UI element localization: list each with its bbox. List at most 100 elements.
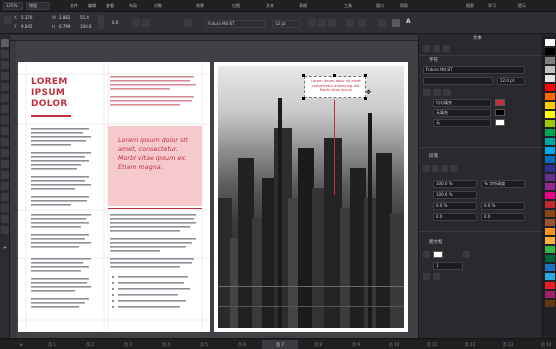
menu-view[interactable]: 查看 [102,1,118,11]
palette-color-swatch[interactable] [545,93,555,100]
freehand-tool-icon[interactable] [1,83,9,91]
scale-y-field[interactable]: 100.0 [80,24,91,30]
bold-icon[interactable] [308,19,316,27]
frame-fill-swatch[interactable] [433,251,443,258]
artistic-media-icon[interactable] [1,94,9,102]
fill-type-field[interactable]: 均匀填充 [433,99,491,107]
selection-handle[interactable] [302,97,305,100]
x-position-field[interactable]: 5.370 [21,15,32,21]
selection-handle[interactable] [364,74,367,77]
polygon-tool-icon[interactable] [1,127,9,135]
palette-color-swatch[interactable] [545,201,555,208]
add-tool-icon[interactable]: + [1,245,9,251]
menu-window[interactable]: 窗口 [372,1,388,11]
character-tab-icon[interactable] [423,45,430,52]
page-tab[interactable]: 页 4 [148,340,184,349]
line-spacing-field[interactable]: 100.0 % [433,180,477,188]
underline-toggle[interactable] [443,89,451,96]
page-tab[interactable]: 页 1 [34,340,70,349]
palette-color-swatch[interactable] [545,75,555,82]
crop-tool-icon[interactable] [1,61,9,69]
palette-color-swatch[interactable] [545,255,555,262]
palette-color-swatch[interactable] [545,165,555,172]
smart-fill-icon[interactable] [1,215,9,223]
space-after-field[interactable]: 0.0 [481,213,525,221]
mirror-horizontal-icon[interactable] [132,19,140,27]
page-tab[interactable]: 页 14 [528,340,556,349]
page-tab[interactable]: 页 11 [414,340,450,349]
frame-section-header[interactable]: 图文框 [429,239,443,247]
add-page-icon[interactable]: ⊕ [12,340,30,349]
frame-direction-icon[interactable] [433,273,440,280]
mirror-vertical-icon[interactable] [142,19,150,27]
menu-hints[interactable]: 提示 [514,1,530,11]
pullquote-box[interactable]: Lorem ipsum dolor sit amet, consectetur.… [108,126,202,206]
bold-toggle[interactable] [423,89,431,96]
line-spacing-unit-field[interactable]: % 字符高度 [481,180,525,188]
underline-icon[interactable] [328,19,336,27]
palette-color-swatch[interactable] [545,84,555,91]
palette-color-swatch[interactable] [545,282,555,289]
palette-color-swatch[interactable] [545,192,555,199]
font-size-combo[interactable]: 12 pt [272,20,300,28]
palette-color-swatch[interactable] [545,57,555,64]
eyedropper-tool-icon[interactable] [1,193,9,201]
scale-x-field[interactable]: 55.4 [80,15,89,21]
background-type-field[interactable]: 无填充 [433,109,491,117]
palette-color-swatch[interactable] [545,237,555,244]
palette-color-swatch[interactable] [545,120,555,127]
menu-table[interactable]: 表格 [295,1,311,11]
frame-align-icon[interactable] [423,273,430,280]
palette-color-swatch[interactable] [545,102,555,109]
page-tab[interactable]: 页 2 [72,340,108,349]
new-document-icon[interactable] [4,16,12,24]
palette-color-swatch[interactable] [545,39,555,46]
palette-color-swatch[interactable] [545,129,555,136]
indent-before-field[interactable]: 0.0 % [433,202,477,210]
selected-text-frame[interactable]: Lorem ipsum dolor sit amet consectetur a… [304,76,366,98]
palette-color-swatch[interactable] [545,291,555,298]
menu-object[interactable]: 对象 [150,1,166,11]
left-page[interactable]: LOREM IPSUM DOLOR Lorem ipsum dolor sit … [18,62,210,332]
rotation-angle-field[interactable]: 0.0 [112,20,118,26]
text-tool-icon[interactable] [1,138,9,146]
lock-ratio-icon[interactable] [98,15,104,29]
frame-tab-icon[interactable] [443,45,450,52]
interactive-fill-icon[interactable] [1,204,9,212]
palette-color-swatch[interactable] [545,273,555,280]
selection-handle[interactable] [364,97,367,100]
font-family-combo[interactable]: Futura Md BT [205,20,265,28]
paragraph-section-header[interactable]: 段落 [429,153,438,161]
align-center-icon[interactable] [432,165,439,172]
page-tab[interactable]: 页 10 [376,340,412,349]
align-right-icon[interactable] [441,165,448,172]
page-tab[interactable]: 页 6 [224,340,260,349]
page-tab[interactable]: 页 8 [300,340,336,349]
menu-file[interactable]: 文件 [66,1,82,11]
menu-effects[interactable]: 效果 [192,1,208,11]
view-mode-combo[interactable]: 增强 [26,2,50,10]
palette-color-swatch[interactable] [545,66,555,73]
menu-help[interactable]: 帮助 [396,1,412,11]
indent-after-field[interactable]: 0.0 % [481,202,525,210]
frame-text-icon[interactable] [463,251,470,258]
rectangle-tool-icon[interactable] [1,105,9,113]
shape-tool-icon[interactable] [1,50,9,58]
char-spacing-field[interactable]: 100.0 % [433,191,477,199]
palette-color-swatch[interactable] [545,219,555,226]
justify-icon[interactable] [450,165,457,172]
page-tab[interactable]: 页 9 [338,340,374,349]
paragraph-tab-icon[interactable] [433,45,440,52]
italic-icon[interactable] [318,19,326,27]
menu-bitmaps[interactable]: 位图 [228,1,244,11]
shadow-tool-icon[interactable] [1,171,9,179]
glyph-icon[interactable]: A [406,19,411,25]
palette-color-swatch[interactable] [545,156,555,163]
page-tab[interactable]: 页 5 [186,340,222,349]
space-before-field[interactable]: 0.0 [433,213,477,221]
italic-toggle[interactable] [433,89,441,96]
palette-color-swatch[interactable] [545,228,555,235]
transparency-tool-icon[interactable] [1,182,9,190]
fill-color-swatch[interactable] [495,99,505,106]
palette-color-swatch[interactable] [545,111,555,118]
